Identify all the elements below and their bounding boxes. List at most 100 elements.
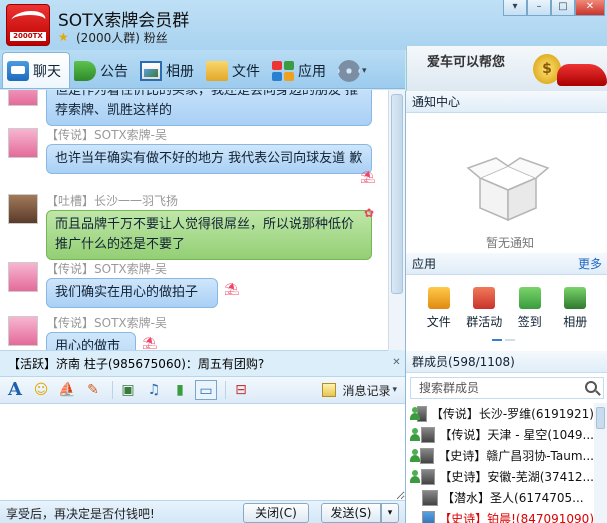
bubble-deco-icon: ⛱: [142, 336, 158, 350]
member-row[interactable]: 【史诗】 安徽-芜湖(37412...: [406, 466, 594, 487]
member-list: 【传说】 长沙-罗维(6191921) 【传说】 天津 - 星空(1049...…: [406, 403, 594, 523]
app-activity[interactable]: 群活动: [463, 279, 505, 337]
empty-box-icon: [466, 157, 550, 222]
window-controls: ▾ – □ ✕: [503, 0, 605, 16]
music-icon[interactable]: ♫: [143, 380, 165, 400]
doodle-icon[interactable]: ✎: [82, 380, 104, 400]
close-button[interactable]: 关闭(C): [243, 503, 309, 523]
gear-icon: [338, 60, 360, 82]
settings-button[interactable]: ▾: [334, 54, 375, 88]
member-tag: 【传说】: [430, 407, 479, 421]
tab-chat[interactable]: 聊天: [2, 52, 70, 88]
sender-name[interactable]: 【吐槽】长沙一一羽飞扬: [46, 192, 178, 209]
avatar[interactable]: [8, 262, 38, 292]
member-row[interactable]: 【潜水】 圣人(6174705...: [406, 487, 594, 508]
checkmark-icon: [518, 287, 541, 309]
chat-history[interactable]: 但是作为着性价比的买家，我还是会向身边的朋友 推荐索牌、凯胜这样的 【传说】SO…: [0, 90, 388, 350]
apps-pager[interactable]: [492, 339, 515, 341]
group-subtitle: (2000人群) 粉丝: [76, 31, 168, 45]
member-search-input[interactable]: 搜索群成员: [410, 377, 604, 399]
flag-icon: [473, 287, 496, 309]
right-panel: 通知中心 暂无通知 应用 更多 文件 群活动 签到 相册 群成员(598/110…: [405, 91, 607, 523]
magic-icon[interactable]: ▮: [169, 380, 191, 400]
bottom-hint[interactable]: 享受后，再决定是否付钱吧!: [6, 505, 155, 522]
member-row[interactable]: 【传说】 天津 - 星空(1049...: [406, 424, 594, 445]
chevron-down-icon[interactable]: ✕: [388, 350, 405, 376]
avatar[interactable]: [8, 316, 38, 346]
avatar[interactable]: [8, 128, 38, 158]
bottom-bar: 享受后，再决定是否付钱吧! 关闭(C) 发送(S) ▾: [0, 500, 405, 523]
group-logo[interactable]: 2000TX: [6, 4, 50, 46]
history-label: 消息记录: [342, 383, 391, 398]
message-bubble: 用心的做市场: [46, 332, 136, 350]
font-icon[interactable]: A: [4, 380, 26, 400]
scroll-thumb[interactable]: [596, 407, 605, 429]
app-checkin[interactable]: 签到: [509, 279, 551, 337]
image-icon[interactable]: ▣: [117, 380, 139, 400]
tab-label: 公告: [100, 64, 128, 80]
bubble-deco-icon: ⛱: [360, 170, 376, 184]
avatar[interactable]: [8, 194, 38, 224]
avatar[interactable]: [8, 90, 38, 106]
apps-title: 应用: [412, 257, 437, 271]
member-avatar: [422, 510, 436, 523]
more-apps-link[interactable]: 更多: [578, 253, 602, 275]
members-title: 群成员(598/1108): [412, 355, 515, 369]
person-icon: [410, 448, 421, 463]
chevron-down-icon: ▾: [392, 385, 397, 395]
member-name: 安徽-芜湖(37412...: [487, 470, 594, 484]
send-options-button[interactable]: ▾: [381, 503, 399, 523]
member-tag: 【史诗】: [439, 512, 488, 523]
emoji-icon[interactable]: ☺: [30, 380, 52, 400]
sender-name[interactable]: 【传说】SOTX索牌-吴: [46, 260, 167, 277]
member-avatar: [420, 468, 436, 485]
folder-icon: [206, 61, 228, 81]
screenshot-icon[interactable]: ▭: [195, 380, 217, 400]
tab-label: 应用: [298, 64, 326, 80]
ad-banner[interactable]: 爱车可以帮您 $: [406, 46, 607, 91]
tab-announcement[interactable]: 公告: [70, 54, 136, 88]
person-icon: [410, 406, 421, 421]
sender-name[interactable]: 【传说】SOTX索牌-吴: [46, 126, 167, 143]
send-button[interactable]: 发送(S): [321, 503, 381, 523]
chat-icon: [7, 60, 29, 81]
app-label: 签到: [517, 315, 542, 329]
more-tools-icon[interactable]: ⊟: [230, 380, 252, 400]
active-member-bar[interactable]: 【活跃】济南 柱子(985675060)：周五有团购?: [0, 350, 388, 376]
member-row[interactable]: 【史诗】 赣广昌羽协-Taum...: [406, 445, 594, 466]
shake-icon[interactable]: ⛵: [56, 380, 78, 400]
tab-album[interactable]: 相册: [136, 54, 202, 88]
tab-apps[interactable]: 应用: [268, 54, 334, 88]
history-button[interactable]: 消息记录 ▾: [322, 382, 397, 399]
app-album[interactable]: 相册: [554, 279, 596, 337]
maximize-icon[interactable]: □: [551, 0, 575, 16]
megaphone-icon: [74, 61, 96, 81]
member-scrollbar[interactable]: [594, 403, 607, 523]
member-tag: 【传说】: [439, 428, 488, 442]
message-input[interactable]: [0, 404, 405, 500]
person-icon: [410, 469, 420, 484]
member-tag: 【史诗】: [439, 470, 488, 484]
ad-text: 爱车可以帮您: [427, 55, 506, 70]
tab-label: 相册: [166, 64, 194, 80]
bubble-deco-icon: ⛱: [224, 282, 240, 296]
member-avatar: [420, 447, 435, 464]
member-avatar: [422, 489, 438, 506]
person-icon: [410, 427, 420, 442]
app-files[interactable]: 文件: [418, 279, 460, 337]
search-icon[interactable]: [585, 381, 597, 393]
message-bubble: 而且品牌千万不要让人觉得很屌丝，所以说那种低价 推广什么的还是不要了: [46, 210, 372, 260]
chat-scrollbar[interactable]: [388, 90, 405, 350]
close-icon[interactable]: ✕: [575, 0, 605, 16]
tab-files[interactable]: 文件: [202, 54, 268, 88]
scroll-thumb[interactable]: [391, 94, 403, 294]
menu-icon[interactable]: ▾: [503, 0, 527, 16]
member-name: 铂晨!(847091090): [487, 512, 594, 523]
member-row[interactable]: 【传说】 长沙-罗维(6191921): [406, 403, 594, 424]
logo-plate: 2000TX: [10, 32, 46, 41]
minimize-icon[interactable]: –: [527, 0, 551, 16]
bubble-deco-icon: ✿: [364, 206, 375, 220]
member-row[interactable]: 【史诗】 铂晨!(847091090): [406, 508, 594, 523]
history-icon: [322, 383, 337, 397]
sender-name[interactable]: 【传说】SOTX索牌-吴: [46, 314, 167, 331]
